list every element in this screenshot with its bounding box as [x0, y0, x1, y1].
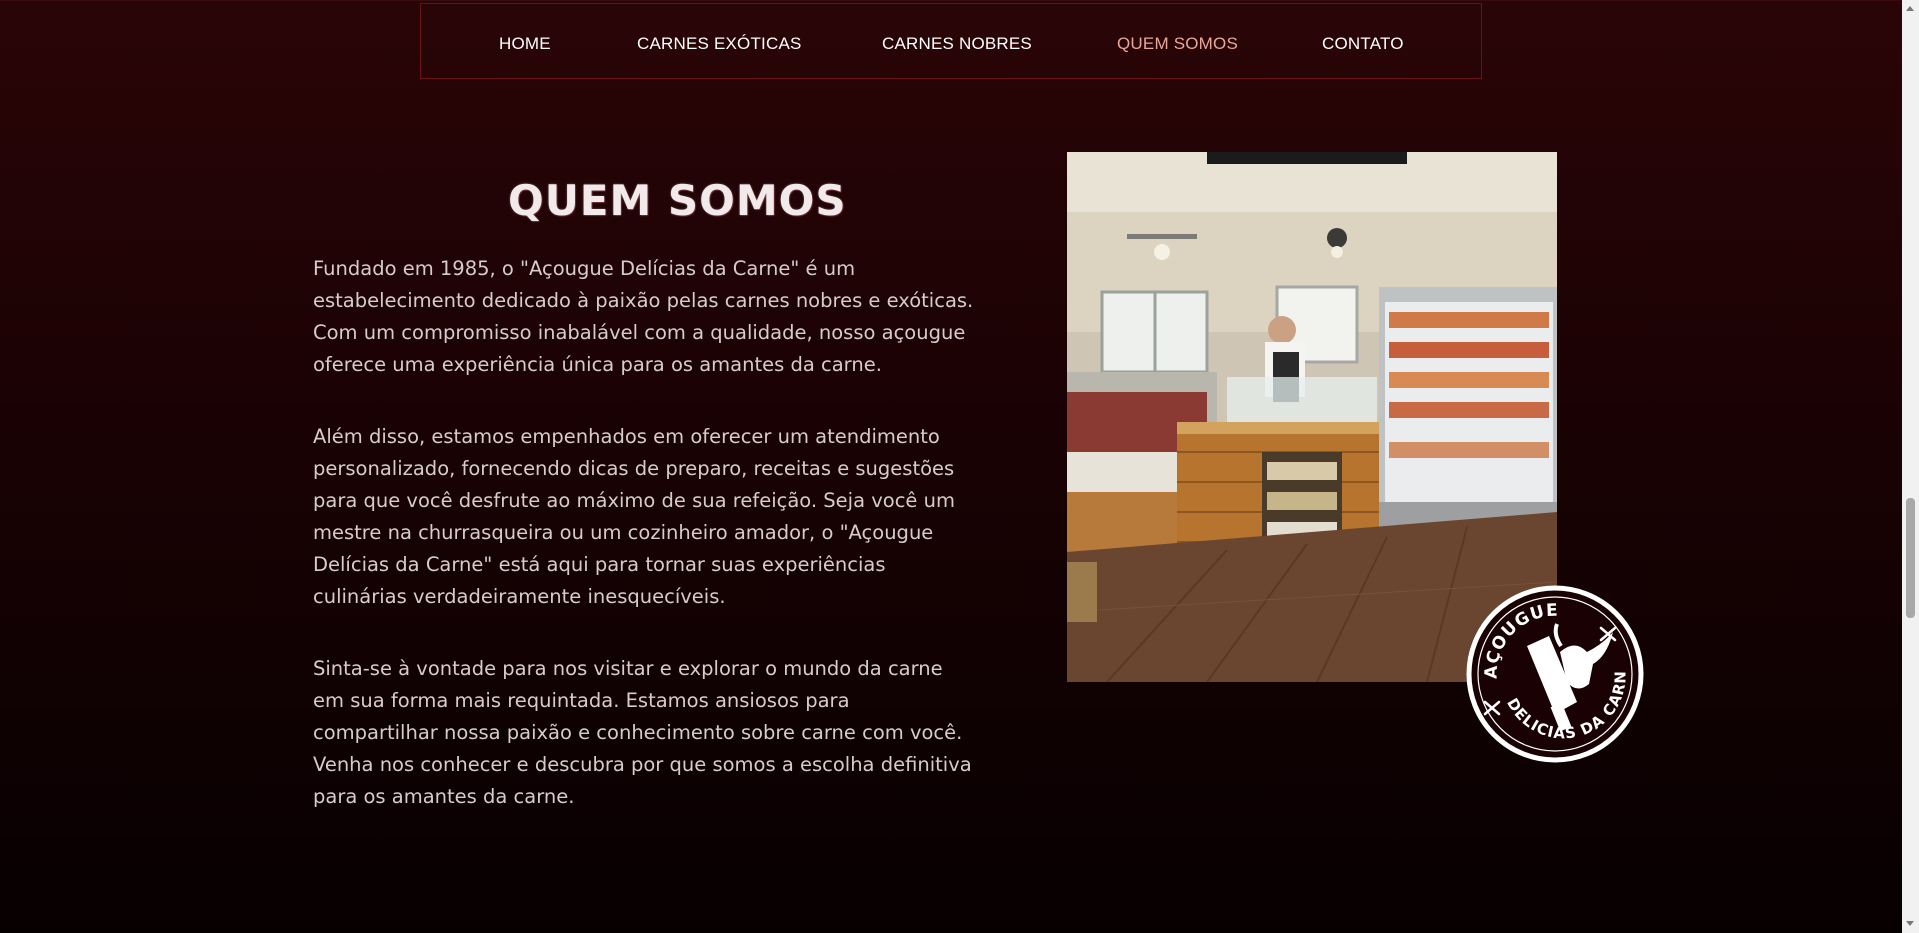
top-border-line [0, 0, 1919, 1]
about-paragraph-2: Além disso, estamos empenhados em oferec… [313, 425, 955, 608]
nav-item-carnes-nobres[interactable]: CARNES NOBRES [882, 34, 1032, 54]
section-title: QUEM SOMOS [508, 176, 847, 226]
nav-item-quem-somos[interactable]: QUEM SOMOS [1117, 34, 1238, 54]
vertical-scrollbar[interactable] [1902, 0, 1919, 933]
about-paragraph-1: Fundado em 1985, o "Açougue Delícias da … [313, 257, 974, 376]
nav-item-home[interactable]: HOME [499, 34, 551, 54]
scroll-up-arrow-icon[interactable] [1906, 6, 1914, 11]
scrollbar-thumb[interactable] [1906, 498, 1915, 618]
nav-item-carnes-exoticas[interactable]: CARNES EXÓTICAS [637, 34, 802, 54]
acougue-logo: AÇOUGUE DELICIAS DA CARNE [1459, 570, 1645, 764]
about-paragraph-3: Sinta-se à vontade para nos visitar e ex… [313, 657, 972, 808]
main-navigation: HOME CARNES EXÓTICAS CARNES NOBRES QUEM … [420, 3, 1482, 79]
scroll-down-arrow-icon[interactable] [1906, 921, 1914, 926]
nav-item-contato[interactable]: CONTATO [1322, 34, 1404, 54]
